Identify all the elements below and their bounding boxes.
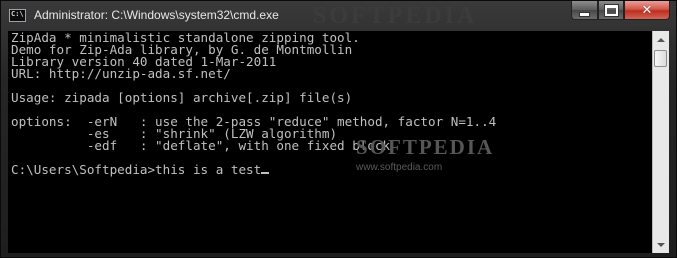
- scroll-thumb[interactable]: [654, 50, 667, 67]
- scroll-down-button[interactable]: [653, 236, 669, 253]
- minimize-button[interactable]: [571, 1, 598, 20]
- caption-buttons: ✕: [571, 1, 670, 21]
- title-bar[interactable]: C:\ Administrator: C:\Windows\system32\c…: [1, 1, 676, 31]
- maximize-icon: [603, 3, 619, 17]
- console-line: URL: http://unzip-ada.sf.net/: [11, 66, 231, 81]
- minimize-icon: [579, 11, 590, 17]
- arrow-down-icon: [657, 242, 665, 247]
- console-line: -edf : "deflate", with one fixed block: [11, 138, 391, 153]
- maximize-button[interactable]: [598, 1, 624, 20]
- vertical-scrollbar[interactable]: [652, 31, 669, 253]
- console-prompt-text: C:\Users\Softpedia>this is a test: [11, 162, 262, 177]
- watermark-text: SOFTPEDIA: [313, 3, 478, 29]
- console-output[interactable]: ZipAda * minimalistic standalone zipping…: [8, 31, 652, 253]
- text-cursor: [261, 172, 270, 174]
- console-prompt-line[interactable]: C:\Users\Softpedia>this is a test: [11, 162, 270, 177]
- close-icon: ✕: [641, 2, 653, 18]
- console-app-icon-text: C:\: [11, 10, 24, 18]
- softpedia-url: www.softpedia.com: [356, 162, 443, 173]
- scroll-up-button[interactable]: [653, 31, 669, 48]
- window-title: Administrator: C:\Windows\system32\cmd.e…: [34, 8, 279, 22]
- arrow-up-icon: [657, 37, 665, 42]
- console-app-icon[interactable]: C:\: [9, 9, 26, 22]
- close-button[interactable]: ✕: [624, 1, 670, 20]
- cmd-window: C:\ Administrator: C:\Windows\system32\c…: [0, 0, 677, 258]
- console-line: Usage: zipada [options] archive[.zip] fi…: [11, 90, 353, 105]
- softpedia-watermark: SOFTPEDIA: [356, 135, 495, 159]
